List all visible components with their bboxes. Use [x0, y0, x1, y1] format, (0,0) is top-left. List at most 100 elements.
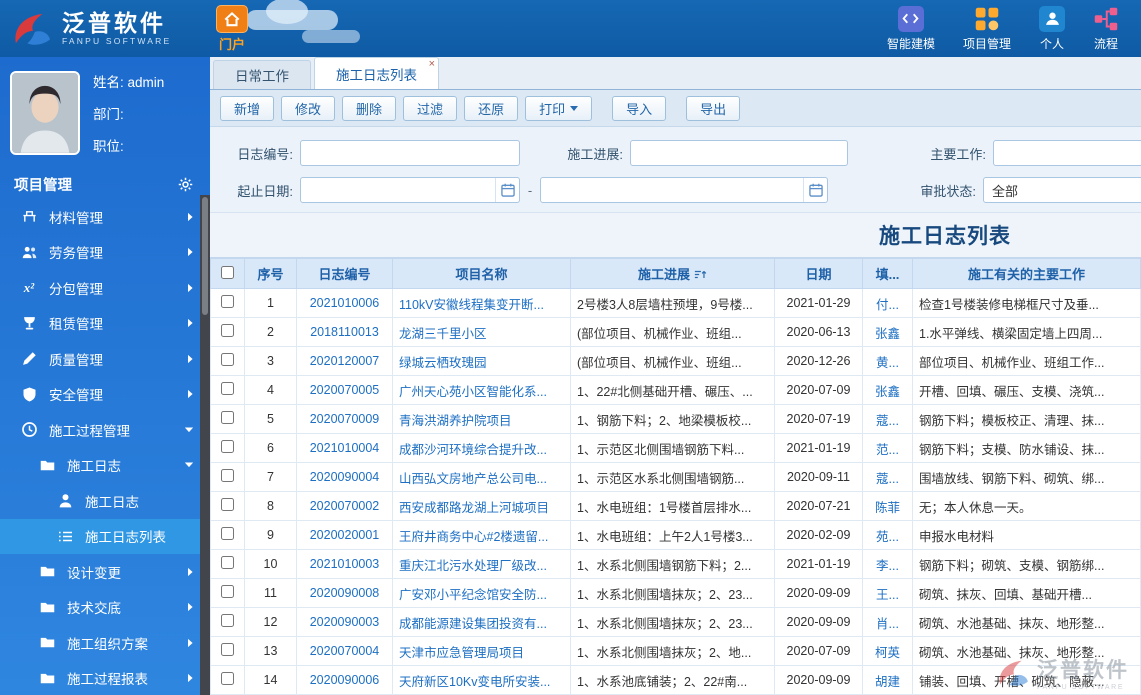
sidebar-item-construction-org-plan[interactable]: 施工组织方案	[0, 625, 210, 661]
filler-link[interactable]: 蔻...	[876, 414, 899, 428]
sidebar-item-quality[interactable]: 质量管理	[0, 341, 210, 377]
filler-link[interactable]: 李...	[876, 559, 899, 573]
table-row[interactable]: 5 2020070009 青海洪湖养护院项目 1、钢筋下料；2、地梁模板校... 202…	[210, 404, 1141, 434]
main-work-input[interactable]	[993, 140, 1141, 166]
filler-link[interactable]: 付...	[876, 298, 899, 312]
project-name-link[interactable]: 天津市应急管理局项目	[399, 646, 524, 660]
nav-modeling[interactable]: 智能建模	[887, 5, 935, 52]
row-checkbox[interactable]	[221, 382, 234, 395]
sidebar-item-construction-log-list[interactable]: 施工日志列表	[0, 518, 210, 554]
table-row[interactable]: 9 2020020001 王府井商务中心#2楼遗留... 1、水电班组：上午2人1号楼…	[210, 520, 1141, 550]
sidebar-item-labor[interactable]: 劳务管理	[0, 235, 210, 271]
sidebar-item-lease[interactable]: 租赁管理	[0, 306, 210, 342]
project-name-link[interactable]: 成都沙河环境综合提升改...	[399, 443, 547, 457]
filler-link[interactable]: 黄...	[876, 356, 899, 370]
project-name-link[interactable]: 龙湖三千里小区	[399, 327, 487, 341]
table-row[interactable]: 10 2021010003 重庆江北污水处理厂级改... 1、水系北侧围墙钢筋下料；2…	[210, 549, 1141, 579]
sidebar-item-design-change[interactable]: 设计变更	[0, 554, 210, 590]
sidebar-scrollbar[interactable]	[200, 195, 210, 695]
tab-construction-log-list[interactable]: 施工日志列表 ×	[314, 57, 439, 89]
row-checkbox[interactable]	[221, 498, 234, 511]
filler-link[interactable]: 王...	[876, 588, 899, 602]
log-code-link[interactable]: 2020020001	[310, 528, 380, 542]
sidebar-item-material[interactable]: 材料管理	[0, 199, 210, 235]
delete-button[interactable]: 删除	[342, 95, 397, 121]
log-code-link[interactable]: 2020090008	[310, 586, 380, 600]
project-name-link[interactable]: 110kV安徽线程集变开断...	[399, 298, 544, 312]
project-name-link[interactable]: 山西弘文房地产总公司电...	[399, 472, 547, 486]
print-button[interactable]: 打印	[525, 95, 593, 121]
restore-button[interactable]: 还原	[464, 95, 519, 121]
project-name-link[interactable]: 青海洪湖养护院项目	[399, 414, 512, 428]
table-row[interactable]: 7 2020090004 山西弘文房地产总公司电... 1、示范区水系北侧围墙钢筋..…	[210, 462, 1141, 492]
log-code-link[interactable]: 2020070005	[310, 383, 380, 397]
calendar-icon[interactable]	[803, 178, 827, 202]
project-name-link[interactable]: 绿城云栖玫瑰园	[399, 356, 487, 370]
filler-link[interactable]: 苑...	[876, 530, 899, 544]
nav-workflow[interactable]: 流程	[1093, 6, 1119, 52]
sidebar-item-construction-log[interactable]: 施工日志	[0, 483, 210, 519]
project-name-link[interactable]: 天府新区10Kv变电所安装...	[399, 675, 550, 689]
filter-button[interactable]: 过滤	[403, 95, 458, 121]
log-code-link[interactable]: 2021010003	[310, 557, 380, 571]
project-name-link[interactable]: 王府井商务中心#2楼遗留...	[399, 530, 548, 544]
log-code-link[interactable]: 2021010004	[310, 441, 380, 455]
project-name-link[interactable]: 西安成都路龙湖上河城项目	[399, 501, 549, 515]
sidebar-item-construction-process[interactable]: 施工过程管理	[0, 412, 210, 448]
filler-link[interactable]: 陈菲	[875, 501, 900, 515]
calendar-icon[interactable]	[495, 178, 519, 202]
filler-link[interactable]: 胡建	[875, 675, 900, 689]
sidebar-item-safety[interactable]: 安全管理	[0, 377, 210, 413]
row-checkbox[interactable]	[221, 295, 234, 308]
filler-link[interactable]: 张鑫	[875, 327, 900, 341]
sidebar-item-technical-disclosure[interactable]: 技术交底	[0, 590, 210, 626]
log-number-input[interactable]	[300, 140, 520, 166]
tab-daily-work[interactable]: 日常工作	[213, 60, 311, 89]
row-checkbox[interactable]	[221, 527, 234, 540]
project-name-link[interactable]: 重庆江北污水处理厂级改...	[399, 559, 547, 573]
project-name-link[interactable]: 成都能源建设集团投资有...	[399, 617, 547, 631]
table-row[interactable]: 2 2018110013 龙湖三千里小区 (部位项目、机械作业、班组... 2020-0…	[210, 317, 1141, 347]
nav-project-management[interactable]: 项目管理	[963, 6, 1011, 52]
log-code-link[interactable]: 2020120007	[310, 354, 380, 368]
filler-link[interactable]: 肖...	[876, 617, 899, 631]
select-all-checkbox[interactable]	[221, 265, 234, 279]
portal-button[interactable]: 门户	[216, 4, 248, 53]
log-code-link[interactable]: 2020090004	[310, 470, 380, 484]
filler-link[interactable]: 范...	[876, 443, 899, 457]
row-checkbox[interactable]	[221, 614, 234, 627]
table-row[interactable]: 11 2020090008 广安邓小平纪念馆安全防... 1、水系北侧围墙抹灰；2、2…	[210, 578, 1141, 608]
row-checkbox[interactable]	[221, 411, 234, 424]
table-row[interactable]: 1 2021010006 110kV安徽线程集变开断... 2号楼3人8层墙柱预埋，9…	[210, 288, 1141, 318]
log-code-link[interactable]: 2021010006	[310, 296, 380, 310]
filler-link[interactable]: 柯英	[875, 646, 900, 660]
import-button[interactable]: 导入	[612, 95, 667, 121]
sidebar-item-construction-log-group[interactable]: 施工日志	[0, 448, 210, 484]
log-code-link[interactable]: 2020070002	[310, 499, 380, 513]
sidebar-item-subcontract[interactable]: x² 分包管理	[0, 270, 210, 306]
sort-icon[interactable]	[694, 269, 707, 280]
table-row[interactable]: 13 2020070004 天津市应急管理局项目 1、水系北侧围墙抹灰；2、地... 2…	[210, 636, 1141, 666]
progress-input[interactable]	[630, 140, 848, 166]
approval-status-select[interactable]: 全部	[983, 177, 1141, 203]
log-code-link[interactable]: 2020070004	[310, 644, 380, 658]
start-date-input[interactable]	[301, 178, 495, 202]
table-row[interactable]: 8 2020070002 西安成都路龙湖上河城项目 1、水电班组：1号楼首层排水...…	[210, 491, 1141, 521]
row-checkbox[interactable]	[221, 324, 234, 337]
row-checkbox[interactable]	[221, 440, 234, 453]
log-code-link[interactable]: 2020070009	[310, 412, 380, 426]
table-row[interactable]: 6 2021010004 成都沙河环境综合提升改... 1、示范区北侧围墙钢筋下料..…	[210, 433, 1141, 463]
sidebar-item-construction-report[interactable]: 施工过程报表	[0, 661, 210, 695]
end-date-input[interactable]	[541, 178, 803, 202]
log-code-link[interactable]: 2020090003	[310, 615, 380, 629]
row-checkbox[interactable]	[221, 585, 234, 598]
export-button[interactable]: 导出	[686, 95, 741, 121]
row-checkbox[interactable]	[221, 469, 234, 482]
gear-icon[interactable]	[178, 177, 193, 192]
nav-personal[interactable]: 个人	[1039, 5, 1065, 52]
close-icon[interactable]: ×	[429, 58, 435, 70]
edit-button[interactable]: 修改	[281, 95, 336, 121]
project-name-link[interactable]: 广安邓小平纪念馆安全防...	[399, 588, 547, 602]
log-code-link[interactable]: 2020090006	[310, 673, 380, 687]
filler-link[interactable]: 张鑫	[875, 385, 900, 399]
